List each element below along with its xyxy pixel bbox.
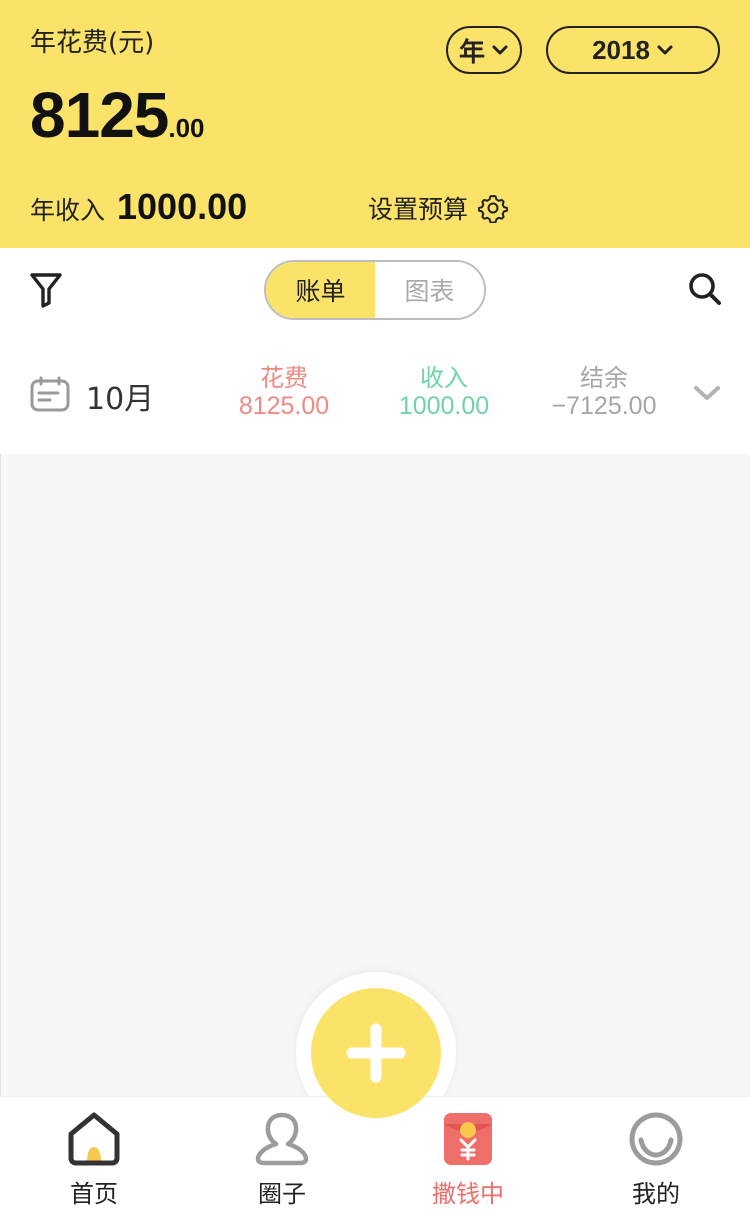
month-balance-value: −7125.00 <box>551 392 657 420</box>
period-unit-label: 年 <box>458 37 485 68</box>
month-spend-value: 8125.00 <box>238 392 330 420</box>
month-spend: 花费 8125.00 <box>204 365 364 421</box>
year-dropdown[interactable]: 2018 <box>546 26 720 74</box>
chevron-down-icon <box>657 45 673 55</box>
annual-spend-total: 8125.00 <box>30 78 205 152</box>
set-budget-label: 设置预算 <box>368 195 469 224</box>
month-income: 收入 1000.00 <box>364 365 524 421</box>
tab-home-label: 首页 <box>70 1180 118 1208</box>
person-icon <box>255 1112 309 1166</box>
tab-circle[interactable]: 圈子 <box>222 1110 342 1210</box>
month-income-label: 收入 <box>420 365 468 392</box>
filter-icon[interactable] <box>28 270 64 310</box>
month-balance: 结余 −7125.00 <box>524 365 684 421</box>
tab-charts[interactable]: 图表 <box>375 262 484 318</box>
tab-bills[interactable]: 账单 <box>266 262 375 318</box>
month-label: 10月 <box>86 382 155 417</box>
view-switcher: 账单 图表 <box>264 260 486 320</box>
red-envelope-icon <box>444 1113 492 1165</box>
search-icon[interactable] <box>686 270 724 308</box>
set-budget-button[interactable]: 设置预算 <box>368 190 509 226</box>
tab-cash-label: 撒钱中 <box>432 1180 504 1208</box>
annual-income-value: 1000.00 <box>117 186 248 227</box>
add-record-button[interactable] <box>311 988 441 1118</box>
calendar-icon <box>30 376 70 412</box>
summary-header: 年花费(元) 8125.00 年 2018 年收入 1000.00 设置预算 <box>0 0 750 248</box>
tab-me[interactable]: 我的 <box>596 1110 716 1210</box>
home-icon <box>68 1112 120 1166</box>
tab-circle-label: 圈子 <box>258 1180 306 1208</box>
tab-me-label: 我的 <box>632 1180 680 1208</box>
annual-spend-label: 年花费(元) <box>30 28 155 58</box>
month-spend-label: 花费 <box>260 365 308 392</box>
gear-icon <box>478 195 509 223</box>
tab-cash-giveaway[interactable]: 撒钱中 <box>408 1110 528 1210</box>
year-label: 2018 <box>592 34 650 65</box>
tab-home[interactable]: 首页 <box>34 1110 154 1210</box>
list-toolbar: 账单 图表 <box>0 248 750 334</box>
chevron-down-icon[interactable] <box>692 382 722 404</box>
period-unit-dropdown[interactable]: 年 <box>446 26 522 74</box>
month-income-value: 1000.00 <box>398 392 490 420</box>
annual-spend-integer: 8125 <box>30 79 169 151</box>
smile-icon <box>629 1112 683 1166</box>
annual-income-label: 年收入 <box>30 196 106 225</box>
annual-income: 年收入 1000.00 <box>30 186 247 228</box>
plus-icon <box>346 1023 406 1083</box>
month-balance-label: 结余 <box>580 365 628 392</box>
chevron-down-icon <box>492 45 508 55</box>
month-summary-row[interactable]: 10月 花费 8125.00 收入 1000.00 结余 −7125.00 <box>0 334 750 454</box>
annual-spend-decimal: .00 <box>168 113 205 143</box>
